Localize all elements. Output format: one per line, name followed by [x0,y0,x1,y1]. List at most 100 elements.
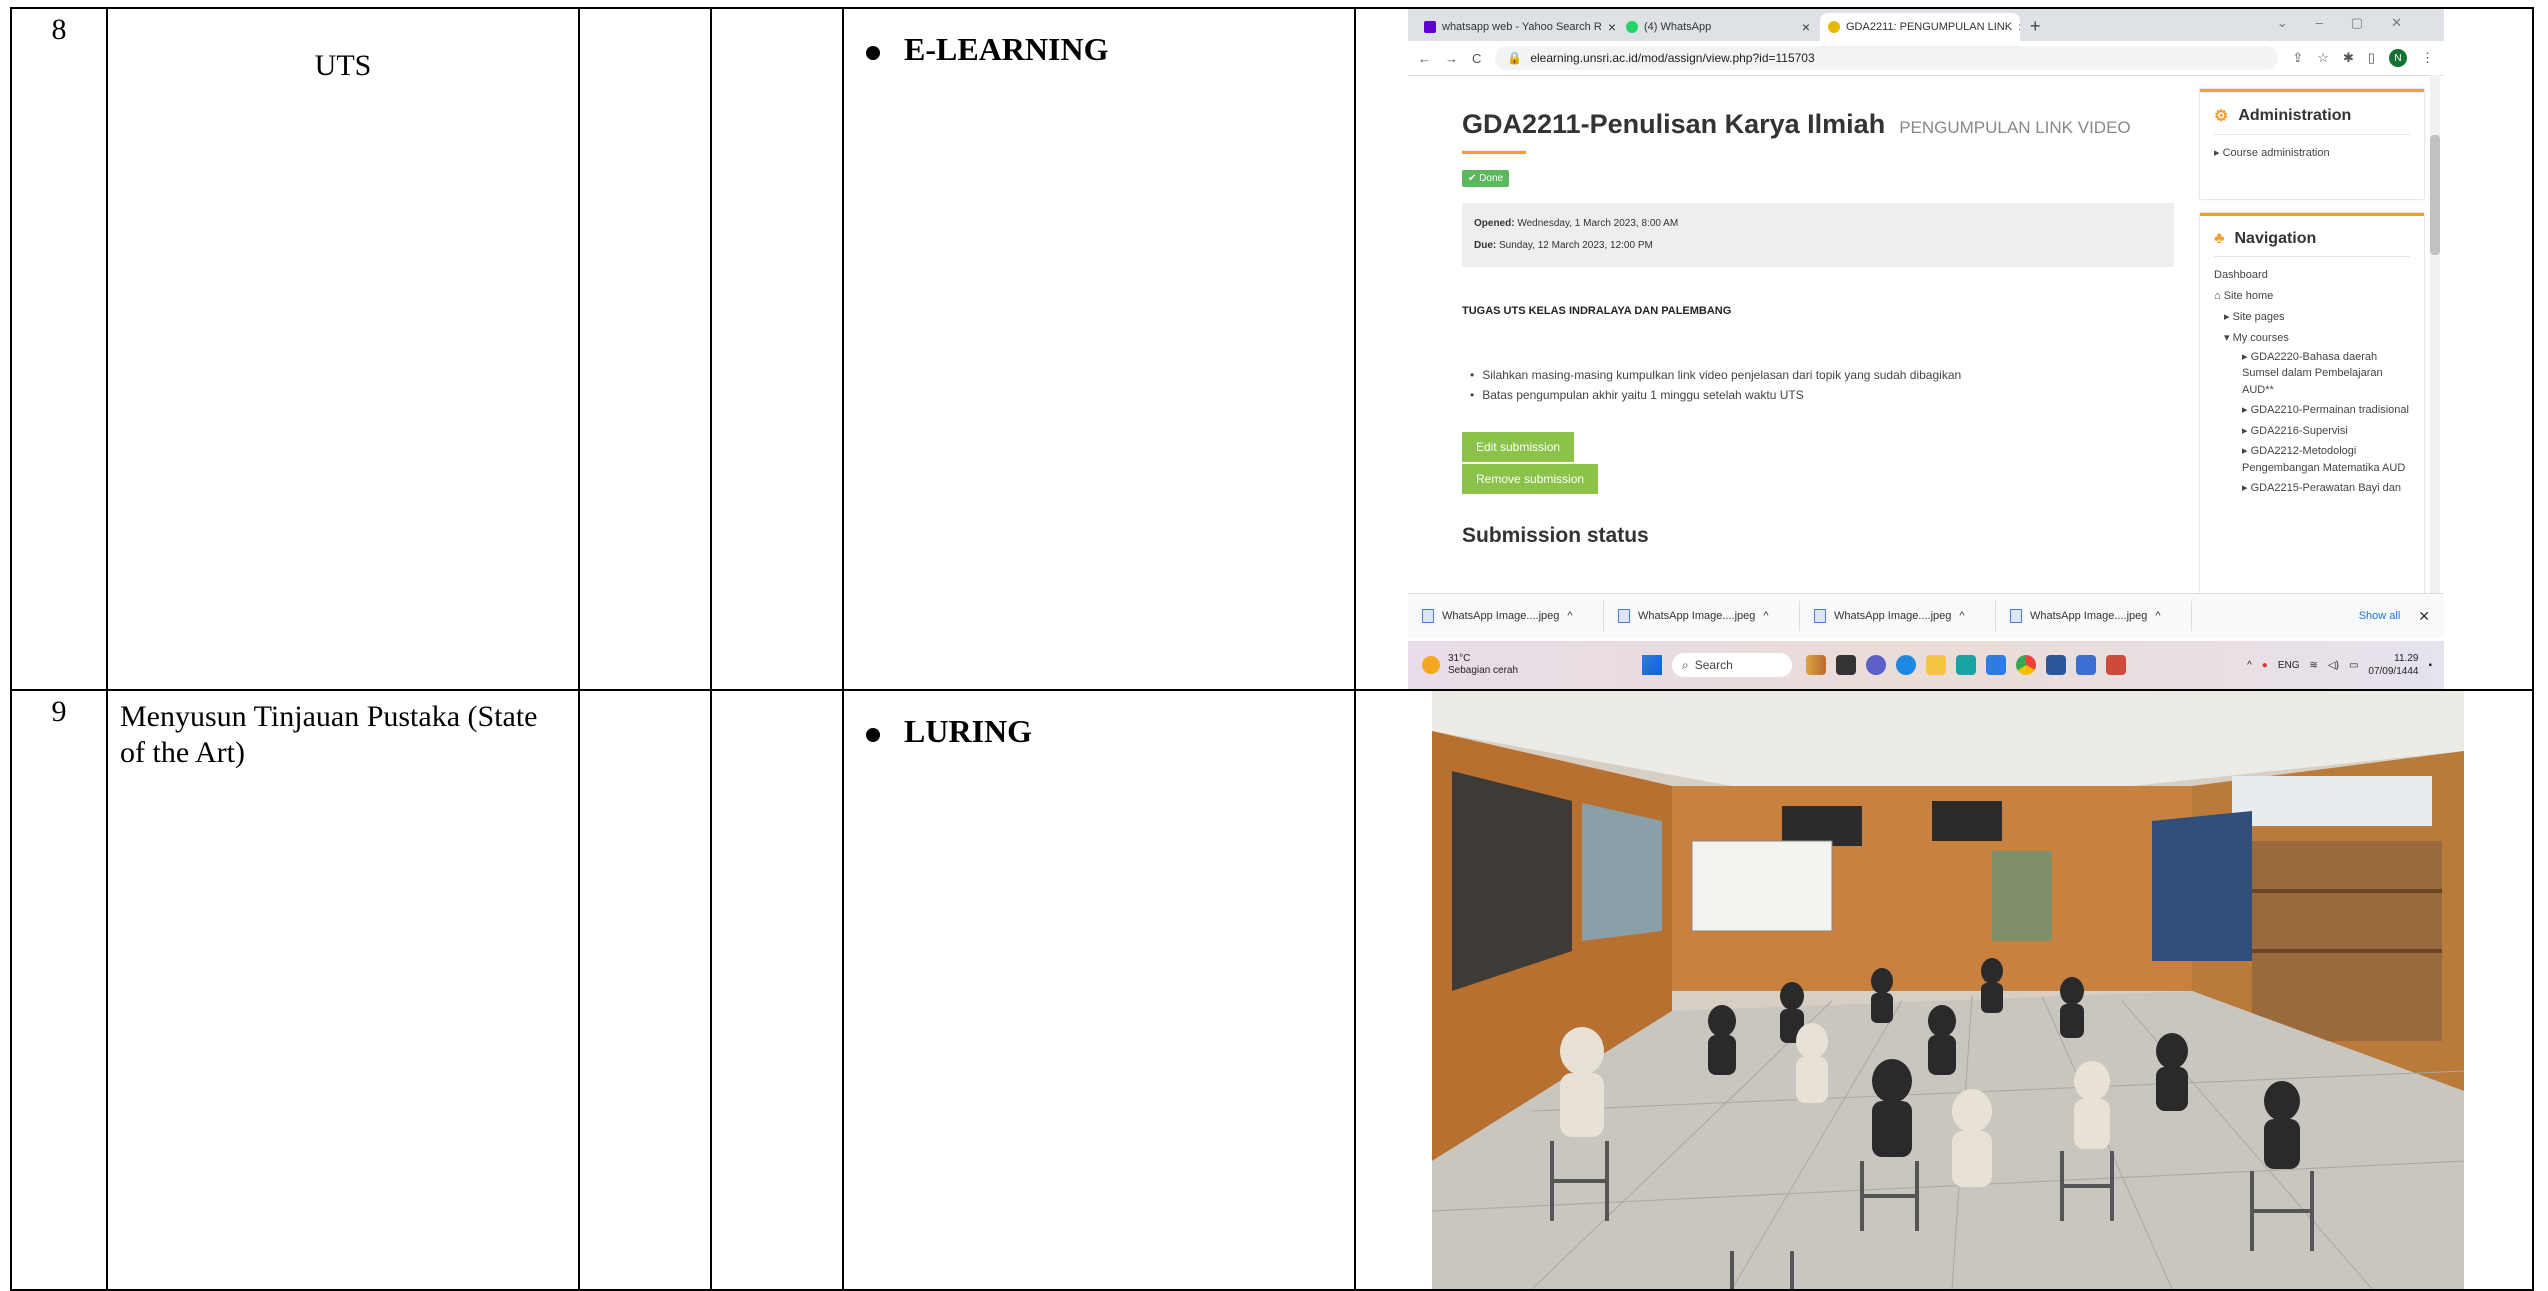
nav-site-pages[interactable]: ▸ Site pages [2214,307,2410,328]
administration-block: ⚙ Administration ▸ Course administration [2200,89,2424,199]
opened-label: Opened: [1474,218,1515,229]
avatar[interactable]: N [2389,49,2407,67]
taskbar-search[interactable]: ⌕ Search [1672,653,1792,677]
task-view-icon[interactable] [1836,655,1856,675]
bullet-icon [866,45,880,60]
nav-label: GDA2216-Supervisi [2250,424,2348,437]
chat-icon[interactable] [1866,655,1886,675]
volume-icon[interactable]: ◁) [2328,660,2339,671]
forward-icon[interactable]: → [1445,51,1458,66]
back-icon[interactable]: ← [1418,51,1431,66]
download-name: WhatsApp Image....jpeg [2030,610,2148,622]
row-topic: Menyusun Tinjauan Pustaka (State of the … [106,689,580,1291]
nav-my-courses[interactable]: ▾ My courses [2214,328,2410,349]
close-icon[interactable]: ✕ [2418,608,2430,625]
star-icon[interactable]: ☆ [2317,50,2329,66]
page-scrollbar[interactable] [2430,75,2440,593]
windows-start-icon[interactable] [1642,655,1662,675]
close-icon[interactable]: × [2018,19,2020,35]
nav-label: My courses [2232,331,2289,344]
nav-tree: Dashboard ⌂ Site home ▸ Site pages ▾ My … [2214,265,2410,497]
menu-icon[interactable]: ⋮ [2421,50,2434,66]
file-icon [1422,609,1434,623]
app-icon[interactable] [2076,655,2096,675]
remove-submission-button[interactable]: Remove submission [1462,463,1599,494]
extensions-icon[interactable]: ✱ [2343,50,2354,66]
url-field[interactable]: 🔒 elearning.unsri.ac.id/mod/assign/view.p… [1495,46,2279,70]
folder-icon[interactable] [1926,655,1946,675]
nav-course[interactable]: ▸ GDA2216-Supervisi [2214,423,2410,440]
nav-title: Navigation [2234,230,2317,247]
reload-icon[interactable]: C [1472,51,1481,66]
close-icon[interactable]: × [1608,19,1616,35]
nav-course[interactable]: ▸ GDA2215-Perawatan Bayi dan [2214,480,2410,497]
browser-tab-active[interactable]: GDA2211: PENGUMPULAN LINK × [1820,13,2020,41]
table-row: 9 Menyusun Tinjauan Pustaka (State of th… [10,689,2534,1291]
search-icon: ⌕ [1682,657,1689,672]
browser-tab-strip: whatsapp web - Yahoo Search R × (4) Whats… [1408,10,2444,41]
share-icon[interactable]: ⇪ [2292,50,2303,66]
close-icon[interactable]: × [1802,19,1810,35]
moodle-page: GDA2211-Penulisan Karya Ilmiah PENGUMPULA… [1408,75,2444,593]
app-icon[interactable] [2106,655,2126,675]
windows-taskbar: 31°C Sebagian cerah ⌕ Search ^ ● ENG ≋ ◁… [1408,641,2444,688]
elearning-screenshot: whatsapp web - Yahoo Search R × (4) Whats… [1408,10,2444,688]
nav-course[interactable]: ▸ GDA2220-Bahasa daerah Sumsel dalam Pem… [2214,349,2410,399]
chrome-icon[interactable] [2016,655,2036,675]
nav-course[interactable]: ▸ GDA2210-Permainan tradisional [2214,402,2410,419]
nav-site-home[interactable]: ⌂ Site home [2214,286,2410,307]
whatsapp-icon [1626,21,1638,33]
sun-icon [1422,656,1440,674]
edit-submission-button[interactable]: Edit submission [1462,431,1575,462]
battery-icon[interactable]: ▭ [2349,660,2358,671]
language-indicator[interactable]: ENG [2278,660,2300,671]
window-controls[interactable]: ⌄–▢✕ [2277,15,2430,31]
empty-cell [710,7,844,691]
wifi-icon[interactable]: ≋ [2310,660,2318,671]
nav-dashboard[interactable]: Dashboard [2214,265,2410,286]
activity-table: 8 UTS E-LEARNING whatsapp web - Yahoo Se… [10,7,2534,1291]
download-item[interactable]: WhatsApp Image....jpeg ^ [1408,601,1604,631]
download-item[interactable]: WhatsApp Image....jpeg ^ [1800,601,1996,631]
app-icon[interactable] [1956,655,1976,675]
admin-link[interactable]: ▸ Course administration [2214,143,2410,164]
notification-icon[interactable]: ▪ [2428,660,2432,671]
unsri-icon [1828,21,1840,33]
file-icon [1814,609,1826,623]
chevron-up-icon[interactable]: ^ [1959,610,1964,622]
show-all-link[interactable]: Show all [2359,610,2401,622]
nav-course[interactable]: ▸ GDA2212-Metodologi Pengembangan Matema… [2214,443,2410,476]
date: 07/09/1444 [2368,666,2419,677]
download-item[interactable]: WhatsApp Image....jpeg ^ [1604,601,1800,631]
zoom-icon[interactable] [1986,655,2006,675]
word-icon[interactable] [2046,655,2066,675]
caret-down-icon: ▾ [2224,331,2233,344]
scrollbar-thumb[interactable] [2430,135,2440,255]
task-list: Silahkan masing-masing kumpulkan link vi… [1462,365,2174,406]
row-number: 8 [10,7,108,691]
classroom-photo-illustration [1432,692,2464,1288]
system-tray: ^ ● ENG ≋ ◁) ▭ 11.29 07/09/1444 ▪ [2247,652,2444,678]
chevron-up-icon[interactable]: ^ [2247,660,2252,671]
nav-label: GDA2220-Bahasa daerah Sumsel dalam Pembe… [2242,350,2383,396]
method-label: E-LEARNING [904,31,1109,67]
block-title: ⚙ Administration [2214,106,2410,135]
sitemap-icon: ♣ [2214,230,2225,247]
edge-icon[interactable] [1896,655,1916,675]
widgets-icon[interactable] [1806,655,1826,675]
chevron-up-icon[interactable]: ^ [1567,610,1572,622]
chevron-up-icon[interactable]: ^ [2155,610,2160,622]
dates-box: Opened: Wednesday, 1 March 2023, 8:00 AM… [1462,203,2174,267]
weather-widget[interactable]: 31°C Sebagian cerah [1408,653,1632,677]
chevron-up-icon[interactable]: ^ [1763,610,1768,622]
antivirus-icon[interactable]: ● [2262,660,2268,671]
clock[interactable]: 11.29 07/09/1444 [2368,652,2418,678]
browser-tab[interactable]: (4) WhatsApp × [1618,13,1818,41]
download-item[interactable]: WhatsApp Image....jpeg ^ [1996,601,2192,631]
new-tab-icon[interactable]: + [2022,16,2049,41]
sidepanel-icon[interactable]: ▯ [2368,50,2375,66]
admin-title: Administration [2238,107,2352,124]
tab-label: whatsapp web - Yahoo Search R [1442,21,1602,33]
browser-tab[interactable]: whatsapp web - Yahoo Search R × [1416,13,1616,41]
row-number: 9 [10,689,108,1291]
